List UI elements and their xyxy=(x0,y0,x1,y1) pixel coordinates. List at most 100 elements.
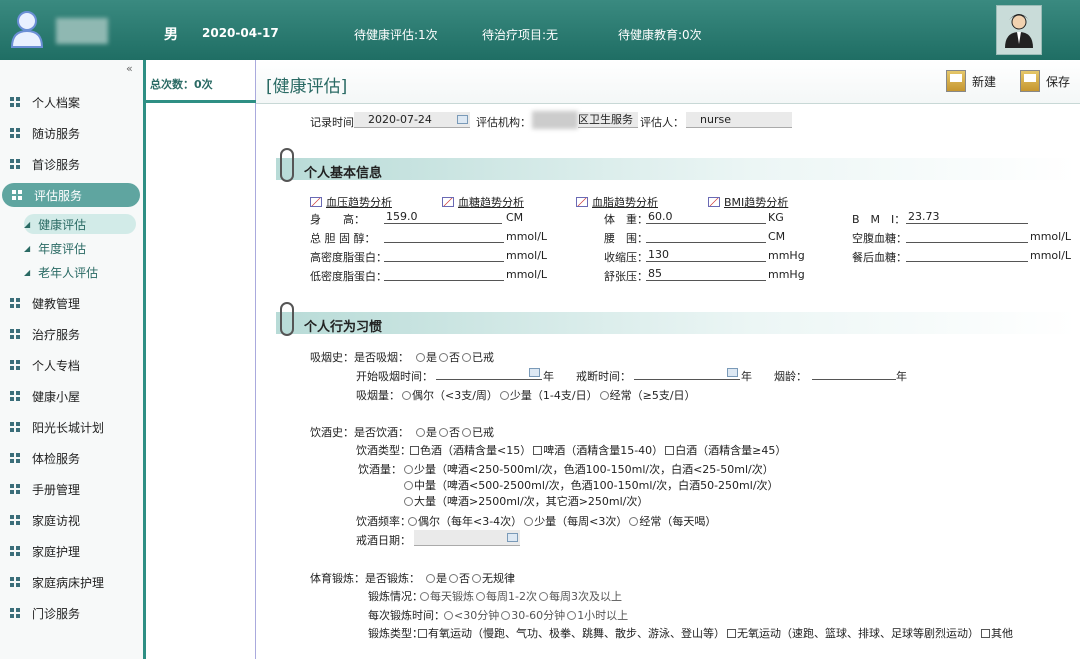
dbp-input[interactable]: 85 xyxy=(646,267,766,281)
fasting-input[interactable] xyxy=(906,229,1028,243)
radio-button[interactable] xyxy=(404,481,413,490)
calendar-icon[interactable] xyxy=(727,368,738,377)
radio-button[interactable] xyxy=(462,428,471,437)
radio-button[interactable] xyxy=(444,611,453,620)
sidebar-item-first-visit[interactable]: 首诊服务 xyxy=(0,152,144,176)
sidebar-item-sunshine[interactable]: 阳光长城计划 xyxy=(0,415,144,439)
checkbox[interactable] xyxy=(727,629,736,638)
ldl-input[interactable] xyxy=(384,267,504,281)
radio-button[interactable] xyxy=(499,391,509,400)
drink-amount-option-3[interactable]: 大量（啤酒>2500ml/次，其它酒>250ml/次） xyxy=(402,493,648,509)
drink-quit-input[interactable] xyxy=(414,530,520,546)
subitem-annual-eval[interactable]: ◢ 年度评估 xyxy=(24,238,86,258)
postmeal-input[interactable] xyxy=(906,248,1028,262)
weight-input[interactable]: 60.0 xyxy=(646,210,766,224)
sidebar-item-evaluation[interactable]: 评估服务 xyxy=(2,183,140,207)
height-input[interactable]: 159.0 xyxy=(384,210,502,224)
drink-freq-options[interactable]: 偶尔（每年<3-4次） 少量（每周<3次） 经常（每天喝） xyxy=(406,513,716,529)
doctor-avatar-button[interactable] xyxy=(996,5,1042,55)
pending-eval-text[interactable]: 待健康评估:1次 xyxy=(354,26,438,43)
sidebar-item-followup[interactable]: 随访服务 xyxy=(0,121,144,145)
collapse-sidebar-icon[interactable]: « xyxy=(126,62,133,75)
lipid-trend-link[interactable]: 血脂趋势分析 xyxy=(576,194,658,210)
drink-amount-option-2[interactable]: 中量（啤酒<500-2500ml/次，色酒100-150ml/次，白酒50-25… xyxy=(402,477,779,493)
exercise-type-options[interactable]: 有氧运动（慢跑、气功、极拳、跳舞、散步、游泳、登山等） 无氧运动（速跑、篮球、排球… xyxy=(416,625,1013,641)
bmi-trend-link[interactable]: BMI趋势分析 xyxy=(708,194,788,210)
exercise-situation-options[interactable]: 每天锻炼 每周1-2次 每周3次及以上 xyxy=(418,588,622,604)
drink-options[interactable]: 是否已戒 xyxy=(414,424,494,440)
pending-treat-text[interactable]: 待治疗项目:无 xyxy=(482,26,558,43)
radio-button[interactable] xyxy=(599,391,609,400)
smoke-quit-input[interactable] xyxy=(634,366,740,380)
chol-input[interactable] xyxy=(384,229,504,243)
sidebar-item-home-visit[interactable]: 家庭访视 xyxy=(0,508,144,532)
option-label: 30-60分钟 xyxy=(511,609,566,622)
radio-button[interactable] xyxy=(472,574,481,583)
checkbox[interactable] xyxy=(981,629,990,638)
sidebar-item-home-care[interactable]: 家庭护理 xyxy=(0,539,144,563)
radio-button[interactable] xyxy=(567,611,577,620)
sidebar-item-special[interactable]: 个人专档 xyxy=(0,353,144,377)
radio-button[interactable] xyxy=(462,353,471,362)
subitem-elderly-eval[interactable]: ◢ 老年人评估 xyxy=(24,262,98,282)
smoke-options[interactable]: 是否已戒 xyxy=(414,349,494,365)
radio-button[interactable] xyxy=(476,592,485,601)
radio-button[interactable] xyxy=(402,391,411,400)
checkbox[interactable] xyxy=(418,629,427,638)
smoke-start-input[interactable] xyxy=(436,366,542,380)
radio-button[interactable] xyxy=(404,465,413,474)
radio-button[interactable] xyxy=(416,428,425,437)
chart-icon xyxy=(442,197,454,207)
radio-button[interactable] xyxy=(439,428,448,437)
org-input[interactable]: 区卫生服务 xyxy=(578,112,638,128)
exercise-time-options[interactable]: <30分钟 30-60分钟 1小时以上 xyxy=(442,607,628,623)
radio-button[interactable] xyxy=(426,574,435,583)
radio-button[interactable] xyxy=(501,611,511,620)
pending-edu-text[interactable]: 待健康教育:0次 xyxy=(618,26,702,43)
radio-button[interactable] xyxy=(538,592,548,601)
radio-button[interactable] xyxy=(408,517,417,526)
exercise-time-label: 每次锻炼时间： xyxy=(368,609,445,622)
radio-button[interactable] xyxy=(439,353,448,362)
new-button[interactable]: 新建 xyxy=(946,70,996,92)
calendar-icon[interactable] xyxy=(507,533,518,542)
drink-amount-option-1[interactable]: 少量（啤酒<250-500ml/次，色酒100-150ml/次，白酒<25-50… xyxy=(402,461,774,477)
assessor-input[interactable]: nurse xyxy=(686,112,792,128)
waist-input[interactable] xyxy=(646,229,766,243)
exercise-options[interactable]: 是否无规律 xyxy=(424,570,515,586)
sidebar-item-checkup[interactable]: 体检服务 xyxy=(0,446,144,470)
postmeal-label: 餐后血糖： xyxy=(852,251,907,264)
radio-button[interactable] xyxy=(416,353,425,362)
checkbox[interactable] xyxy=(665,446,675,455)
radio-button[interactable] xyxy=(420,592,429,601)
sidebar-item-cabin[interactable]: 健康小屋 xyxy=(0,384,144,408)
hdl-input[interactable] xyxy=(384,248,504,262)
radio-button[interactable] xyxy=(449,574,458,583)
save-button[interactable]: 保存 xyxy=(1020,70,1070,92)
calendar-icon[interactable] xyxy=(457,115,468,124)
bp-trend-link[interactable]: 血压趋势分析 xyxy=(310,194,392,210)
sidebar-item-home-bed[interactable]: 家庭病床护理 xyxy=(0,570,144,594)
checkbox[interactable] xyxy=(533,446,543,455)
smoke-age-input[interactable] xyxy=(812,366,896,380)
sidebar-item-edu[interactable]: 健教管理 xyxy=(0,291,144,315)
calendar-icon[interactable] xyxy=(529,368,540,377)
checkbox[interactable] xyxy=(410,446,419,455)
sbp-input[interactable]: 130 xyxy=(646,248,766,262)
birth-date-text: 2020-04-17 xyxy=(202,26,279,40)
glucose-trend-link[interactable]: 血糖趋势分析 xyxy=(442,194,524,210)
total-count-text: 总次数：0次 xyxy=(150,78,213,91)
smoke-amount-options[interactable]: 偶尔（<3支/周） 少量（1-4支/日） 经常（≥5支/日） xyxy=(400,387,696,403)
drink-type-options[interactable]: 色酒（酒精含量<15） 啤酒（酒精含量15-40） 白酒（酒精含量≥45） xyxy=(408,442,786,458)
bmi-input[interactable]: 23.73 xyxy=(906,210,1028,224)
radio-button[interactable] xyxy=(404,497,413,506)
sidebar-item-label: 个人档案 xyxy=(32,95,81,110)
sidebar-item-handbook[interactable]: 手册管理 xyxy=(0,477,144,501)
sidebar-item-outpatient[interactable]: 门诊服务 xyxy=(0,601,144,625)
radio-button[interactable] xyxy=(629,517,639,526)
record-time-input[interactable]: 2020-07-24 xyxy=(354,112,470,128)
subitem-health-eval[interactable]: ◢ 健康评估 xyxy=(24,214,136,234)
sidebar-item-treatment[interactable]: 治疗服务 xyxy=(0,322,144,346)
radio-button[interactable] xyxy=(524,517,534,526)
sidebar-item-personal-file[interactable]: 个人档案 xyxy=(0,90,144,114)
